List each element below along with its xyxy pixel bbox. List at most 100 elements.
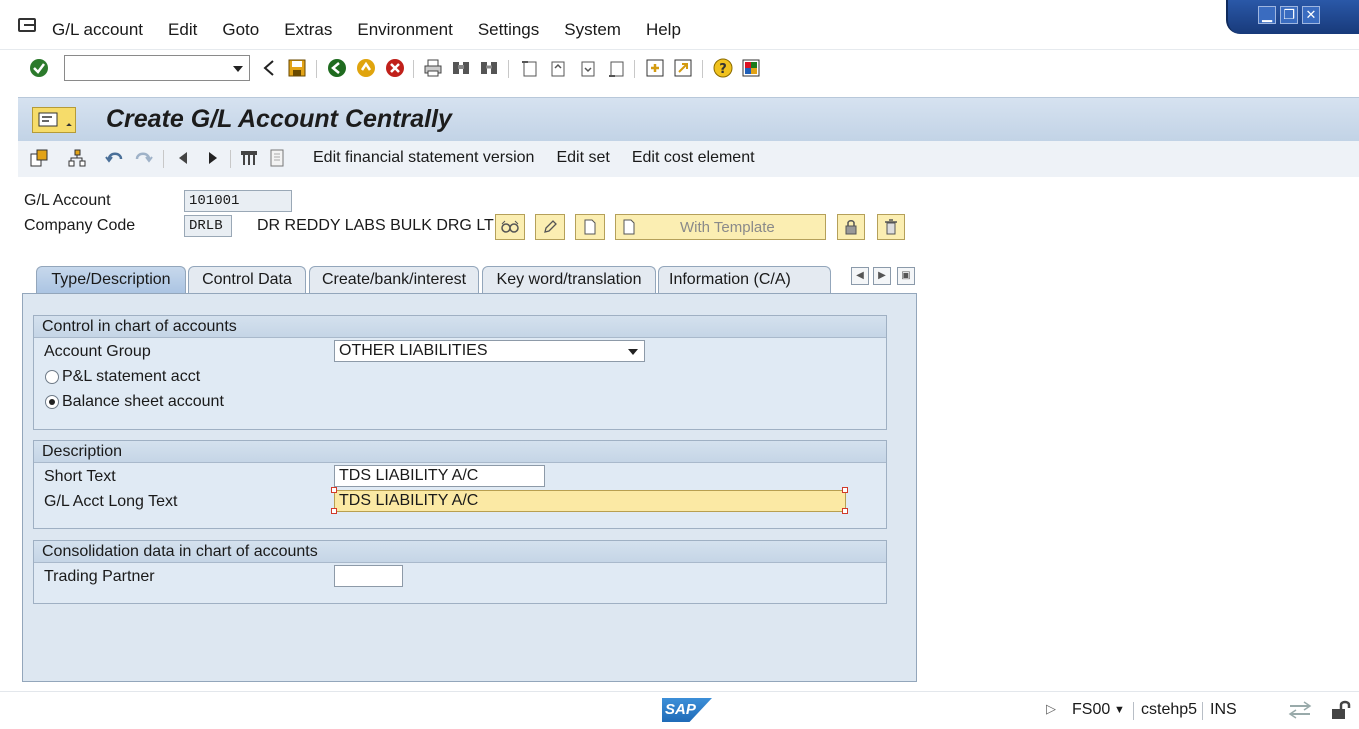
back-arrow-icon[interactable] bbox=[258, 58, 280, 78]
group-consolidation-title: Consolidation data in chart of accounts bbox=[34, 541, 886, 563]
resize-handle[interactable] bbox=[331, 508, 337, 514]
hierarchy-icon[interactable] bbox=[66, 148, 88, 168]
resize-handle[interactable] bbox=[331, 487, 337, 493]
screen-menu-icon bbox=[38, 112, 58, 127]
balance-sheet-radio[interactable] bbox=[45, 395, 59, 409]
account-group-value: OTHER LIABILITIES bbox=[339, 342, 488, 359]
tab-create-bank-interest[interactable]: Create/bank/interest bbox=[309, 266, 479, 294]
toolbar-separator bbox=[508, 60, 509, 78]
connection-icon bbox=[1288, 700, 1312, 725]
status-expand-icon[interactable]: ▷ bbox=[1046, 701, 1056, 717]
menu-environment[interactable]: Environment bbox=[357, 20, 452, 40]
resize-handle[interactable] bbox=[842, 487, 848, 493]
find-next-icon[interactable] bbox=[478, 58, 500, 78]
chevron-down-icon[interactable] bbox=[233, 66, 243, 72]
maximize-button[interactable]: ❐ bbox=[1280, 6, 1298, 24]
display-button[interactable] bbox=[495, 214, 525, 240]
tab-control-data[interactable]: Control Data bbox=[188, 266, 306, 294]
menu-help[interactable]: Help bbox=[646, 20, 681, 40]
edit-set-button[interactable]: Edit set bbox=[556, 149, 609, 167]
gl-account-field[interactable]: 101001 bbox=[184, 190, 292, 212]
create-button[interactable] bbox=[575, 214, 605, 240]
create-session-icon[interactable] bbox=[644, 58, 666, 78]
document-icon[interactable] bbox=[266, 148, 288, 168]
trading-partner-label: Trading Partner bbox=[44, 568, 155, 585]
chevron-down-icon[interactable] bbox=[628, 349, 638, 355]
tab-information-ca[interactable]: Information (C/A) bbox=[658, 266, 831, 294]
toolbar-separator bbox=[230, 150, 231, 168]
tab-type-description[interactable]: Type/Description bbox=[36, 266, 186, 295]
group-control-title: Control in chart of accounts bbox=[34, 316, 886, 338]
application-toolbar: Edit financial statement version Edit se… bbox=[18, 141, 1359, 177]
account-group-label: Account Group bbox=[44, 343, 151, 360]
close-button[interactable]: ✕ bbox=[1302, 6, 1320, 24]
svg-text:?: ? bbox=[719, 62, 727, 77]
print-icon[interactable] bbox=[422, 58, 444, 78]
next-icon[interactable] bbox=[202, 148, 224, 168]
sap-logo: SAP bbox=[662, 698, 712, 722]
find-icon[interactable] bbox=[450, 58, 472, 78]
glasses-icon bbox=[501, 220, 519, 233]
transaction-code[interactable]: FS00 bbox=[1072, 701, 1110, 719]
back-icon[interactable] bbox=[326, 58, 348, 78]
status-bar: SAP ▷ FS00 ▼ cstehp5 INS bbox=[0, 691, 1359, 729]
pl-statement-radio[interactable] bbox=[45, 370, 59, 384]
tab-list-icon[interactable]: ▣ bbox=[897, 267, 915, 285]
edit-button[interactable] bbox=[535, 214, 565, 240]
previous-icon[interactable] bbox=[172, 148, 194, 168]
status-separator bbox=[1202, 702, 1203, 720]
display-change-icon[interactable] bbox=[28, 148, 50, 168]
server-name: cstehp5 bbox=[1141, 701, 1198, 718]
toolbar-separator bbox=[634, 60, 635, 78]
chevron-down-icon[interactable]: ▼ bbox=[1114, 704, 1125, 716]
first-page-icon[interactable] bbox=[518, 58, 540, 78]
save-icon[interactable] bbox=[286, 58, 308, 78]
insert-mode[interactable]: INS bbox=[1210, 701, 1237, 719]
minimize-button[interactable]: ▁ bbox=[1258, 6, 1276, 24]
help-icon[interactable]: ? bbox=[712, 58, 734, 78]
edit-fs-version-button[interactable]: Edit financial statement version bbox=[313, 149, 534, 167]
unlock-icon[interactable] bbox=[1330, 699, 1352, 726]
undo-icon[interactable] bbox=[104, 148, 126, 168]
last-page-icon[interactable] bbox=[605, 58, 627, 78]
menu-settings[interactable]: Settings bbox=[478, 20, 539, 40]
exit-icon[interactable] bbox=[355, 58, 377, 78]
shortcut-icon[interactable] bbox=[672, 58, 694, 78]
menu-goto[interactable]: Goto bbox=[222, 20, 259, 40]
long-text-input[interactable]: TDS LIABILITY A/C bbox=[334, 490, 846, 512]
account-group-select[interactable]: OTHER LIABILITIES bbox=[334, 340, 645, 362]
title-menu-button[interactable] bbox=[32, 107, 76, 133]
menu-gl-account[interactable]: G/L account bbox=[52, 20, 143, 40]
enter-icon[interactable] bbox=[28, 58, 50, 78]
menu-bar: G/L account Edit Goto Extras Environment… bbox=[0, 0, 1359, 50]
company-name: DR REDDY LABS BULK DRG LT bbox=[257, 217, 494, 234]
with-template-button[interactable]: With Template bbox=[615, 214, 826, 240]
menu-system[interactable]: System bbox=[564, 20, 621, 40]
long-text-label: G/L Acct Long Text bbox=[44, 493, 178, 510]
table-icon[interactable] bbox=[238, 148, 260, 168]
delete-button[interactable] bbox=[877, 214, 905, 240]
window-controls: ▁ ❐ ✕ bbox=[1226, 0, 1359, 34]
short-text-input[interactable]: TDS LIABILITY A/C bbox=[334, 465, 545, 487]
redo-icon[interactable] bbox=[132, 148, 154, 168]
pl-statement-label: P&L statement acct bbox=[62, 368, 201, 385]
tab-key-word-translation[interactable]: Key word/translation bbox=[482, 266, 656, 294]
prev-page-icon[interactable] bbox=[546, 58, 568, 78]
gl-account-label: G/L Account bbox=[24, 192, 111, 209]
menu-edit[interactable]: Edit bbox=[168, 20, 197, 40]
lock-button[interactable] bbox=[837, 214, 865, 240]
tab-scroll-right-icon[interactable]: ▶ bbox=[873, 267, 891, 285]
edit-cost-element-button[interactable]: Edit cost element bbox=[632, 149, 755, 167]
menu-extras[interactable]: Extras bbox=[284, 20, 332, 40]
system-menu-icon[interactable] bbox=[18, 18, 36, 32]
company-code-field[interactable]: DRLB bbox=[184, 215, 232, 237]
resize-handle[interactable] bbox=[842, 508, 848, 514]
next-page-icon[interactable] bbox=[576, 58, 598, 78]
layout-icon[interactable] bbox=[740, 58, 762, 78]
tab-scroll-left-icon[interactable]: ◀ bbox=[851, 267, 869, 285]
with-template-label: With Template bbox=[680, 218, 775, 236]
trash-icon bbox=[885, 219, 897, 235]
cancel-icon[interactable] bbox=[384, 58, 406, 78]
trading-partner-input[interactable] bbox=[334, 565, 403, 587]
command-field[interactable] bbox=[64, 55, 250, 81]
